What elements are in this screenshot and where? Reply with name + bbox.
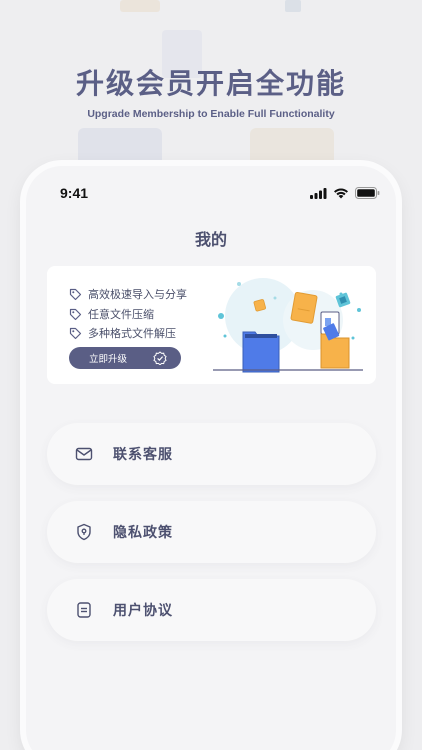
menu-item-label: 隐私政策 — [113, 525, 173, 541]
phone-frame: 9:41 我的 高效极速导入与分享 任意文件压缩 多种格式文件解压 立即升级 联… — [26, 166, 396, 750]
promo-title: 升级会员开启全功能 — [75, 67, 346, 100]
feature-label: 任意文件压缩 — [88, 308, 154, 321]
mail-icon — [75, 447, 93, 461]
tag-icon — [69, 288, 82, 300]
upgrade-button-label: 立即升级 — [89, 354, 128, 365]
document-icon — [77, 602, 91, 618]
verified-check-icon — [153, 351, 167, 365]
tag-icon — [69, 308, 82, 320]
feature-item: 多种格式文件解压 — [69, 325, 176, 341]
feature-item: 高效极速导入与分享 — [69, 286, 187, 302]
feature-item: 任意文件压缩 — [69, 306, 154, 322]
tag-icon — [69, 327, 82, 339]
menu-item-label: 用户协议 — [113, 603, 173, 619]
promo-subtitle: Upgrade Membership to Enable Full Functi… — [87, 108, 335, 120]
menu-item-privacy-policy[interactable]: 隐私政策 — [47, 501, 376, 563]
file-folders-illustration — [213, 278, 363, 373]
battery-icon — [355, 187, 380, 199]
page-title: 我的 — [194, 230, 227, 249]
menu-item-contact-support[interactable]: 联系客服 — [47, 423, 376, 485]
feature-label: 高效极速导入与分享 — [88, 288, 187, 301]
menu-item-label: 联系客服 — [113, 447, 173, 463]
shield-icon — [77, 523, 91, 541]
status-time: 9:41 — [60, 185, 89, 201]
status-icons — [310, 187, 380, 199]
feature-label: 多种格式文件解压 — [88, 327, 176, 340]
vip-card[interactable]: 高效极速导入与分享 任意文件压缩 多种格式文件解压 立即升级 — [47, 266, 376, 384]
signal-icon — [310, 187, 327, 199]
menu-item-user-agreement[interactable]: 用户协议 — [47, 579, 376, 641]
upgrade-button[interactable]: 立即升级 — [69, 347, 181, 369]
wifi-icon — [334, 188, 348, 198]
